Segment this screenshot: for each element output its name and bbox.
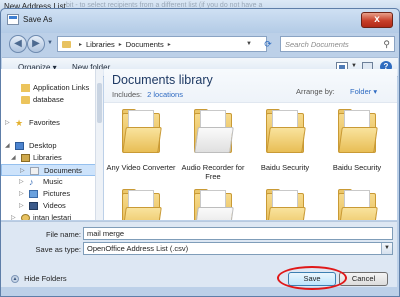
folder-item[interactable] xyxy=(178,187,248,220)
documents-icon xyxy=(30,167,39,175)
expand-arrow-icon[interactable]: ▷ xyxy=(11,212,16,220)
folder-name: Any Video Converter xyxy=(106,163,176,172)
close-button[interactable]: x xyxy=(361,12,393,28)
folder-item[interactable]: Baidu Security xyxy=(250,107,320,187)
folder-item[interactable]: Baidu Security xyxy=(322,107,392,187)
breadcrumb-separator-icon[interactable]: ▸ xyxy=(79,41,82,48)
save-as-type-label: Save as type: xyxy=(35,245,81,254)
desktop-icon xyxy=(15,142,24,150)
hide-folders-toggle[interactable]: ▲ Hide Folders xyxy=(11,274,67,284)
folder-icon xyxy=(266,189,306,220)
link-folder-icon xyxy=(21,84,30,92)
folder-name: Baidu Security xyxy=(332,163,382,172)
folder-item[interactable] xyxy=(250,187,320,220)
nav-item-desktop[interactable]: ◢ Desktop xyxy=(1,140,101,152)
dialog-titlebar[interactable]: Save As x xyxy=(1,9,399,33)
save-as-type-value: OpenOffice Address List (.csv) xyxy=(87,244,189,253)
file-name-field[interactable] xyxy=(83,227,393,240)
folder-icon xyxy=(21,96,30,104)
save-as-type-select[interactable]: OpenOffice Address List (.csv) ▼ xyxy=(83,242,393,255)
back-button[interactable]: ◀ xyxy=(9,35,27,53)
expand-arrow-icon[interactable]: ▷ xyxy=(19,188,24,200)
expand-arrow-icon[interactable]: ▷ xyxy=(19,200,24,212)
nav-item-pictures[interactable]: ▷ Pictures xyxy=(1,188,101,200)
folder-item[interactable] xyxy=(322,187,392,220)
folder-item[interactable] xyxy=(106,187,176,220)
nav-item-label: Pictures xyxy=(43,189,71,198)
folder-icon xyxy=(266,109,306,153)
folder-name: Baidu Security xyxy=(260,163,310,172)
folder-icon xyxy=(194,189,234,220)
chevron-up-icon: ▲ xyxy=(11,275,19,284)
nav-item-application-links[interactable]: Application Links xyxy=(1,82,101,94)
save-button[interactable]: Save xyxy=(288,272,336,286)
dialog-title: Save As xyxy=(23,15,53,24)
nav-item-videos[interactable]: ▷ Videos xyxy=(1,200,101,212)
arrange-by-label: Arrange by: xyxy=(296,87,335,96)
breadcrumb-documents[interactable]: Documents xyxy=(126,40,164,49)
arrange-by-dropdown[interactable]: Folder ▾ xyxy=(350,87,377,96)
file-name-label: File name: xyxy=(45,230,81,239)
folder-icon xyxy=(122,189,162,220)
user-folder-icon xyxy=(21,214,30,220)
folder-icon xyxy=(338,109,378,153)
music-icon: ♪ xyxy=(29,177,34,187)
star-icon: ★ xyxy=(15,118,24,128)
address-row: ◀ ▶ ▼ ▸ Libraries ▸ Documents ▸ ▼ ⟳ Sear… xyxy=(5,34,395,56)
videos-icon xyxy=(29,202,38,210)
nav-item-label: database xyxy=(33,95,64,104)
nav-scrollbar-thumb[interactable] xyxy=(97,83,102,123)
folder-name: Audio Recorder for Free xyxy=(181,163,245,181)
nav-item-favorites[interactable]: ▷ ★ Favorites xyxy=(1,117,101,129)
collapse-arrow-icon[interactable]: ◢ xyxy=(11,152,16,164)
breadcrumb-libraries[interactable]: Libraries xyxy=(86,40,115,49)
folder-item[interactable]: Audio Recorder for Free xyxy=(178,107,248,187)
pictures-icon xyxy=(29,190,38,198)
recent-pages-dropdown-icon[interactable]: ▼ xyxy=(47,40,53,46)
hide-folders-label: Hide Folders xyxy=(24,274,67,283)
breadcrumb-separator-icon[interactable]: ▸ xyxy=(168,41,171,48)
nav-item-music[interactable]: ▷ ♪ Music xyxy=(1,176,101,188)
includes-label: Includes: xyxy=(112,90,143,99)
nav-item-label: Favorites xyxy=(29,118,60,127)
search-placeholder: Search Documents xyxy=(285,40,349,49)
forward-button[interactable]: ▶ xyxy=(27,35,45,53)
navigation-pane: Application Links database ▷ ★ Favorites… xyxy=(1,69,103,220)
locations-link[interactable]: 2 locations xyxy=(147,90,183,99)
nav-item-label: Desktop xyxy=(29,141,57,150)
collapse-arrow-icon[interactable]: ◢ xyxy=(5,140,10,152)
breadcrumb[interactable]: ▸ Libraries ▸ Documents ▸ ▼ xyxy=(57,36,267,52)
folder-icon xyxy=(194,109,234,153)
search-icon[interactable]: ⚲ xyxy=(383,39,390,50)
library-header: Documents library Includes: 2 locations … xyxy=(104,69,397,103)
library-title: Documents library xyxy=(112,73,213,87)
refresh-icon[interactable]: ⟳ xyxy=(261,37,275,51)
library-icon xyxy=(21,154,30,162)
nav-item-database[interactable]: database xyxy=(1,94,101,106)
expand-arrow-icon[interactable]: ▷ xyxy=(19,176,24,188)
nav-item-libraries[interactable]: ◢ Libraries xyxy=(1,152,101,164)
folder-icon xyxy=(338,189,378,220)
cancel-button[interactable]: Cancel xyxy=(339,272,388,286)
save-form: File name: Save as type: OpenOffice Addr… xyxy=(1,221,397,290)
chevron-down-icon[interactable]: ▼ xyxy=(381,243,392,254)
address-dropdown-icon[interactable]: ▼ xyxy=(246,41,252,47)
library-includes: Includes: 2 locations xyxy=(112,90,183,99)
nav-item-label: Music xyxy=(43,177,63,186)
expand-arrow-icon[interactable]: ▷ xyxy=(5,117,10,129)
search-input[interactable]: Search Documents ⚲ xyxy=(280,36,395,52)
nav-item-documents[interactable]: ▷ Documents xyxy=(1,164,101,176)
nav-item-label: intan lestari xyxy=(33,213,72,220)
nav-scrollbar[interactable] xyxy=(95,69,103,220)
nav-item-label: Videos xyxy=(43,201,66,210)
breadcrumb-separator-icon[interactable]: ▸ xyxy=(119,41,122,48)
dialog-app-icon xyxy=(7,14,19,25)
nav-item-label: Application Links xyxy=(33,83,90,92)
nav-item-intan-lestari[interactable]: ▷ intan lestari xyxy=(1,212,101,220)
folder-icon xyxy=(122,109,162,153)
folder-item[interactable]: Any Video Converter xyxy=(106,107,176,187)
library-mini-icon xyxy=(62,40,71,48)
nav-item-label: Libraries xyxy=(33,153,62,162)
content-pane: Documents library Includes: 2 locations … xyxy=(104,69,397,220)
